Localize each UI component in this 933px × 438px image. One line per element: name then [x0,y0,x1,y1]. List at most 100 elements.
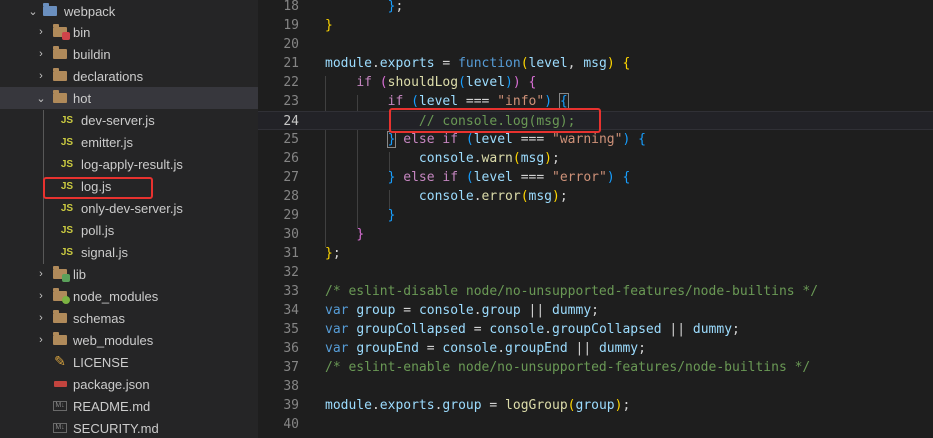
line-number: 18 [283,0,299,14]
code-text: console.warn(msg); [418,151,560,166]
line-number: 31 [283,246,299,261]
code-text: } [387,208,396,223]
tree-folder-declarations[interactable]: › declarations [0,65,258,87]
tree-file-readme[interactable]: M↓ README.md [0,395,258,417]
line-number: 32 [283,265,299,280]
folder-icon [52,65,68,87]
code-text: }; [325,246,341,261]
code-text: var groupCollapsed = console.groupCollap… [325,322,740,337]
code-line: 40 [258,415,933,434]
js-file-icon: JS [60,202,74,214]
js-file-icon: JS [60,224,74,236]
line-number: 27 [283,170,299,185]
code-line: 20 [258,35,933,54]
tree-item-label: LICENSE [73,354,129,370]
line-number: 29 [283,208,299,223]
tree-file-signal[interactable]: JS signal.js [0,241,258,263]
tree-item-label: log-apply-result.js [81,156,183,172]
tree-folder-webpack[interactable]: ⌄ webpack [0,0,258,22]
tree-item-label: lib [73,266,87,282]
code-editor[interactable]: 18 }; 19} 20 21 module.exports = function… [258,0,933,438]
line-number: 38 [283,379,299,394]
line-number: 30 [283,227,299,242]
tree-item-label: package.json [73,376,150,392]
tree-item-label: README.md [73,398,151,414]
chevron-right-icon: › [39,70,43,82]
line-number: 22 [283,75,299,90]
chevron-right-icon: › [39,334,43,346]
tree-item-label: emitter.js [81,134,134,150]
code-line: 37 /* eslint-enable node/no-unsupported-f… [258,358,933,377]
tree-folder-lib[interactable]: › lib [0,263,258,285]
tree-file-license[interactable]: ✎ LICENSE [0,351,258,373]
line-number: 34 [283,303,299,318]
code-text: module.exports.group = logGroup(group); [325,398,631,413]
js-file-icon: JS [60,158,74,170]
tree-file-security[interactable]: M↓ SECURITY.md [0,417,258,438]
folder-icon [52,285,70,307]
tree-item-label: signal.js [81,244,128,260]
markdown-icon: M↓ [53,401,67,411]
folder-icon [52,307,68,329]
tree-folder-node-modules[interactable]: › node_modules [0,285,258,307]
npm-package-icon [52,373,68,395]
code-line: 27 } else if (level === "error") { [258,168,933,187]
annotation-highlight-box [389,108,601,133]
code-text: } [356,227,365,242]
code-text: }; [387,0,404,14]
folder-icon [52,263,70,285]
code-line: 36 var groupEnd = console.groupEnd || dum… [258,339,933,358]
tree-folder-schemas[interactable]: › schemas [0,307,258,329]
code-text: if (shouldLog(level)) { [356,75,537,90]
folder-icon [52,43,68,65]
code-line: 21 module.exports = function(level, msg) … [258,54,933,73]
chevron-right-icon: › [39,290,43,302]
line-number: 28 [283,189,299,204]
tree-folder-hot[interactable]: ⌄ hot [0,87,258,109]
folder-icon [52,21,70,43]
code-line: 35 var groupCollapsed = console.groupColl… [258,320,933,339]
tree-file-package-json[interactable]: package.json [0,373,258,395]
tree-item-label: SECURITY.md [73,420,159,436]
line-number: 21 [283,56,299,71]
annotation-highlight-box [43,177,153,199]
tree-file-only-dev-server[interactable]: JS only-dev-server.js [0,197,258,219]
file-explorer: ⌄ webpack › bin › buildin › declarations… [0,0,258,438]
code-line: 19} [258,16,933,35]
tree-item-label: node_modules [73,288,159,304]
code-text: var group = console.group || dummy; [325,303,599,318]
license-icon: ✎ [54,354,66,370]
tree-file-emitter[interactable]: JS emitter.js [0,131,258,153]
tree-item-label: web_modules [73,332,154,348]
tree-folder-bin[interactable]: › bin [0,21,258,43]
chevron-right-icon: › [39,48,43,60]
tree-file-dev-server[interactable]: JS dev-server.js [0,109,258,131]
code-line: 31}; [258,244,933,263]
line-number: 23 [283,94,299,109]
code-line: 30 } [258,225,933,244]
tree-file-poll[interactable]: JS poll.js [0,219,258,241]
code-line: 38 [258,377,933,396]
code-line: 18 }; [258,0,933,16]
line-number: 24 [283,114,299,129]
tree-folder-web-modules[interactable]: › web_modules [0,329,258,351]
js-file-icon: JS [60,136,74,148]
tree-item-label: poll.js [81,222,115,238]
code-line: 28 console.error(msg); [258,187,933,206]
line-number: 25 [283,132,299,147]
line-number: 19 [283,18,299,33]
tree-file-log-apply-result[interactable]: JS log-apply-result.js [0,153,258,175]
line-number: 20 [283,37,299,52]
tree-folder-buildin[interactable]: › buildin [0,43,258,65]
code-text: module.exports = function(level, msg) { [325,56,631,71]
code-text: /* eslint-disable node/no-unsupported-fe… [325,284,819,299]
chevron-right-icon: › [39,268,43,280]
code-text: } else if (level === "error") { [387,170,631,185]
code-line: 22 if (shouldLog(level)) { [258,73,933,92]
folder-icon [52,329,68,351]
chevron-down-icon: ⌄ [28,5,38,18]
chevron-down-icon: ⌄ [36,92,46,105]
chevron-right-icon: › [39,26,43,38]
line-number: 35 [283,322,299,337]
code-line: 39 module.exports.group = logGroup(group)… [258,396,933,415]
